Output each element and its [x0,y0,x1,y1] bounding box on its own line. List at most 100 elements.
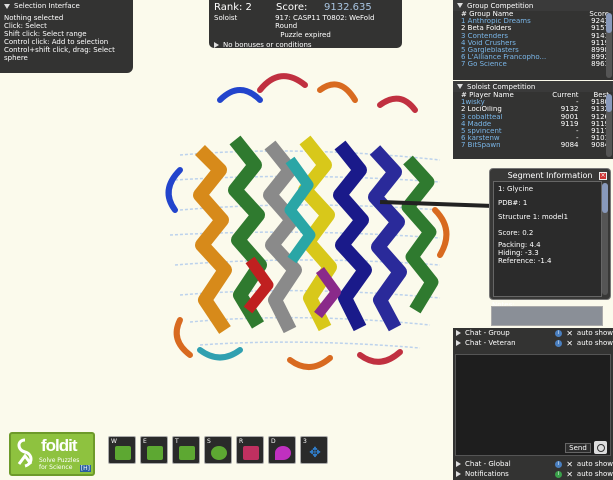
group-name[interactable]: 4 Void Crushers [459,40,579,47]
close-icon[interactable]: ✕ [566,329,573,338]
table-row[interactable]: 1 Anthropic Dreams 9243 [459,18,611,25]
table-row[interactable]: 1wisky -9180 [459,99,611,106]
info-icon[interactable]: i [555,460,563,468]
bonus-label: No bonuses or conditions [223,41,312,49]
auto-show-label[interactable]: auto show [577,329,613,337]
segment-hiding: Hiding: -3.3 [498,249,539,257]
chat-tab-label: Chat - Veteran [465,339,516,347]
selection-help-line: sphere [4,54,28,62]
score-panel: Rank: 2 Score: 9132.635 Soloist 917: CAS… [209,0,402,49]
shake-all-button[interactable]: E [140,436,168,464]
group-name[interactable]: 6 L'Alliance Francopho... [459,54,579,61]
shortcut-key: W [111,438,117,445]
shake-all-icon [147,446,163,460]
table-row[interactable]: 5 Gargleblasters 8998 [459,47,611,54]
close-icon[interactable]: ✕ [566,339,573,348]
info-icon[interactable]: i [555,329,563,337]
rebuild-icon [243,446,259,460]
player-name[interactable]: 2 LociOiling [459,106,538,113]
wiggle-all-button[interactable]: W [108,436,136,464]
player-name[interactable]: 4 Madde [459,121,538,128]
chat-messages[interactable] [455,354,611,456]
pin-button[interactable]: D [268,436,296,464]
chat-global-tab[interactable]: Chat - Global i ✕ auto show [453,459,613,469]
auto-show-label[interactable]: auto show [577,460,613,468]
rebuild-button[interactable]: R [236,436,264,464]
group-table: # Group Name Score 1 Anthropic Dreams 924… [459,11,611,69]
close-icon[interactable]: ✕ [566,460,573,469]
soloist-table: # Player Name Current Best 1wisky -9180 2… [459,92,611,150]
player-name[interactable]: 5 spvincent [459,128,538,135]
soloist-competition-panel: Soloist Competition # Player Name Curren… [453,81,613,159]
ribbon-icon [17,438,33,468]
send-button[interactable]: Send [565,443,591,453]
shortcut-key: R [239,438,244,445]
notes-input[interactable] [491,306,603,326]
undo-all-icon [211,446,227,460]
group-name[interactable]: 3 Contenders [459,33,579,40]
notification-icon[interactable]: i [555,470,563,478]
soloist-competition-title: Soloist Competition [467,82,536,91]
player-name[interactable]: 6 karstenw [459,135,538,142]
close-icon[interactable]: ✕ [566,470,573,479]
logo-tagline: Solve Puzzles for Science [39,457,79,471]
chat-veteran-tab[interactable]: Chat - Veteran i ✕ auto show [453,338,613,348]
logo-word: foldit [41,436,78,455]
soloist-scrollbar[interactable] [606,94,612,157]
table-row[interactable]: 7 BitSpawn 9084 9084 [459,142,611,149]
auto-show-label[interactable]: auto show [577,339,613,347]
protein-viewport[interactable] [140,60,470,390]
player-current: - [575,135,579,143]
score-label: Score: [276,2,308,13]
close-icon[interactable]: × [599,172,607,180]
foldit-logo[interactable]: foldit Solve Puzzles for Science [H] [9,432,95,476]
selection-interface-header[interactable]: Selection Interface [4,2,129,10]
shortcut-key: T [175,438,179,445]
column-header: # Group Name [461,11,514,18]
player-current: - [575,128,579,136]
group-name[interactable]: 7 Go Science [459,61,579,68]
collapse-arrow-icon [457,3,463,8]
group-scrollbar[interactable] [606,13,612,78]
table-row[interactable]: 2 Beta Folders 9157 [459,25,611,32]
table-row[interactable]: 6 karstenw -9101 [459,135,611,142]
table-row[interactable]: 2 LociOiling 9132 9132 [459,106,611,113]
player-current: 9001 [560,113,579,121]
expand-arrow-icon [456,461,461,467]
segment-scrollbar[interactable] [602,183,608,295]
group-name[interactable]: 5 Gargleblasters [459,47,579,54]
group-name[interactable]: 1 Anthropic Dreams [459,18,579,25]
table-row[interactable]: 3 Contenders 9141 [459,33,611,40]
undo-all-button[interactable]: S [204,436,232,464]
table-row[interactable]: 5 spvincent -9117 [459,128,611,135]
auto-show-label[interactable]: auto show [577,470,613,478]
clock-icon[interactable] [594,441,607,454]
table-row[interactable]: 3 cobaltteal 9001 9126 [459,114,611,121]
chat-panel: Chat - Group i ✕ auto show Chat - Vetera… [453,328,613,480]
player-name[interactable]: 7 BitSpawn [459,142,538,149]
selection-help-line: Control+shift click, drag: Select [4,46,115,54]
chat-group-tab[interactable]: Chat - Group i ✕ auto show [453,328,613,338]
info-icon[interactable]: i [555,339,563,347]
player-name[interactable]: 1wisky [459,99,538,106]
tweak-all-button[interactable]: T [172,436,200,464]
soloist-competition-header[interactable]: Soloist Competition [453,81,613,92]
chat-tab-label: Chat - Global [465,460,511,468]
move-arrows-icon: ✥ [309,445,321,461]
notifications-tab[interactable]: Notifications i ✕ auto show [453,469,613,479]
player-name[interactable]: 3 cobaltteal [459,114,538,121]
table-row[interactable]: 4 Void Crushers 9119 [459,40,611,47]
table-row[interactable]: 4 Madde 9119 9119 [459,121,611,128]
move-button[interactable]: 3 ✥ [300,436,328,464]
group-competition-header[interactable]: Group Competition [453,0,613,11]
puzzle-status: Puzzle expired [280,31,331,39]
segment-structure: Structure 1: model1 [498,213,569,221]
puzzle-name: 917: CASP11 T0802: WeFold Round [275,14,375,30]
selection-help-line: Shift click: Select range [4,30,87,38]
segment-residue: 1: Glycine [498,185,534,193]
table-row[interactable]: 6 L'Alliance Francopho... 8992 [459,54,611,61]
bonus-toggle[interactable]: No bonuses or conditions [214,41,397,49]
segment-information-title: Segment Information [507,171,593,180]
table-row[interactable]: 7 Go Science 8961 [459,61,611,68]
group-name[interactable]: 2 Beta Folders [459,25,579,32]
